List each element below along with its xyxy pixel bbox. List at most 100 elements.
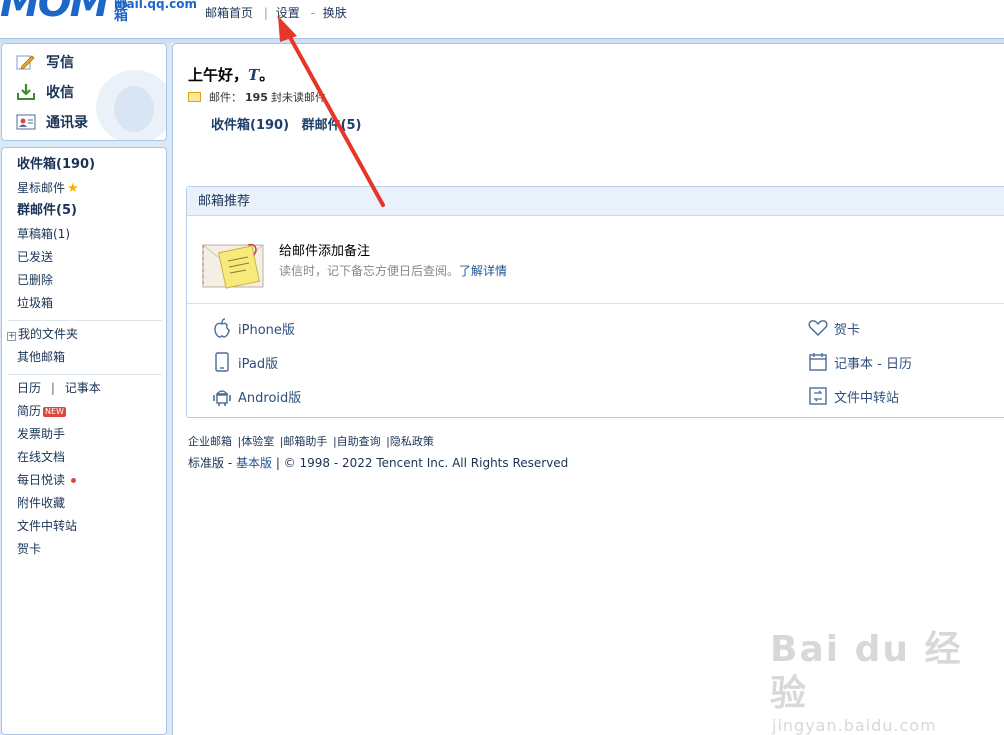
top-nav: 邮箱首页 | 设置 - 换肤 (205, 4, 350, 21)
qq-penguin-face (114, 86, 154, 132)
transfer-icon (808, 386, 828, 406)
app-label: Android版 (238, 390, 302, 406)
inbox-download-icon (16, 83, 36, 101)
settings-link[interactable]: 设置 (276, 6, 300, 20)
contact-card-icon (16, 113, 36, 131)
mail-home-link[interactable]: 邮箱首页 (205, 6, 253, 20)
app-android[interactable]: Android版 (212, 386, 301, 406)
footer-links: 企业邮箱 |体验室 |邮箱助手 |自助查询 |隐私政策 (188, 433, 436, 449)
footer-link-self-service[interactable]: |自助查询 (333, 435, 381, 448)
unread-summary: 邮件： 195 封未读邮件 (188, 89, 326, 105)
mail-note-illustration (202, 239, 266, 291)
logo-domain: mail.qq.com (114, 0, 197, 11)
unread-suffix: 封未读邮件 (270, 91, 326, 104)
footer-link-assistant[interactable]: |邮箱助手 (280, 435, 328, 448)
logo-mark: MOM (0, 0, 110, 26)
compose-label: 写信 (46, 55, 74, 71)
folder-invoice[interactable]: 发票助手 (17, 426, 65, 442)
folder-starred[interactable]: 星标邮件 ★ (17, 180, 79, 197)
app-cards[interactable]: 贺卡 (808, 318, 860, 338)
quick-actions: 写信 收信 通讯录 (1, 43, 167, 141)
receive-label: 收信 (46, 85, 74, 101)
recommend-title: 邮箱推荐 (187, 187, 1004, 216)
sidebar: 写信 收信 通讯录 收件箱(190) 星标邮件 ★ 群邮件(5) 草稿箱(1) 已… (0, 43, 172, 735)
resume-label: 简历 (17, 404, 42, 418)
copyright-text: | © 1998 - 2022 Tencent Inc. All Rights … (272, 456, 569, 470)
calendar-link[interactable]: 日历 (17, 381, 41, 395)
recommend-item-title[interactable]: 给邮件添加备注 (279, 240, 370, 259)
recommend-desc-text: 读信时，记下备忘方便日后查阅。 (279, 264, 460, 278)
folder-sent[interactable]: 已发送 (17, 249, 53, 265)
recommend-divider (187, 303, 1004, 304)
recommend-panel: 邮箱推荐 给邮件添加备注 读信时，记下备忘方便日后查阅。了解详情 iPhone版 (186, 186, 1004, 418)
top-bar: MOM QQ邮箱 mail.qq.com 邮箱首页 | 设置 - 换肤 (0, 0, 1004, 38)
nav-dash: - (310, 6, 315, 20)
folder-starred-label: 星标邮件 (17, 181, 66, 195)
tablet-icon (212, 352, 232, 372)
app-label: 贺卡 (834, 322, 861, 338)
apple-icon (212, 318, 232, 338)
folder-cards[interactable]: 贺卡 (17, 541, 41, 557)
app-file-transfer[interactable]: 文件中转站 (808, 386, 899, 406)
notebook-link[interactable]: 记事本 (65, 381, 101, 395)
quick-folder-links: 收件箱(190) 群邮件(5) (211, 114, 370, 133)
learn-more-link[interactable]: 了解详情 (459, 264, 507, 278)
greeting-text: 上午好， (188, 66, 249, 84)
unread-prefix: 邮件： (209, 91, 242, 104)
app-label: 记事本 - 日历 (834, 356, 912, 372)
username: T (248, 66, 260, 84)
inbox-link[interactable]: 收件箱(190) (211, 118, 289, 133)
group-mail-link[interactable]: 群邮件(5) (302, 118, 362, 133)
star-icon: ★ (67, 181, 79, 196)
android-icon (212, 386, 232, 406)
version-dash: - (224, 456, 236, 470)
skin-link[interactable]: 换肤 (323, 6, 347, 20)
folder-file-transfer[interactable]: 文件中转站 (17, 518, 77, 534)
app-iphone[interactable]: iPhone版 (212, 318, 295, 338)
folder-divider (8, 320, 162, 321)
footer-link-lab[interactable]: |体验室 (238, 435, 275, 448)
main-content: 上午好，T。 邮件： 195 封未读邮件 收件箱(190) 群邮件(5) 邮箱推… (172, 43, 1004, 735)
app-label: iPad版 (238, 356, 279, 372)
footer-link-enterprise[interactable]: 企业邮箱 (188, 435, 232, 448)
folder-my-folders[interactable]: + 我的文件夹 (7, 326, 78, 342)
calendar-notebook-row: 日历 | 记事本 (17, 380, 101, 396)
folder-deleted[interactable]: 已删除 (17, 272, 53, 288)
app-notebook-calendar[interactable]: 记事本 - 日历 (808, 352, 912, 372)
contacts-label: 通讯录 (46, 115, 88, 131)
footer-copyright: 标准版 - 基本版 | © 1998 - 2022 Tencent Inc. A… (188, 454, 568, 471)
greeting: 上午好，T。 (188, 64, 274, 85)
folder-divider (8, 374, 162, 375)
footer-link-privacy[interactable]: |隐私政策 (386, 435, 434, 448)
nav-separator: | (263, 6, 268, 20)
folder-other-mailbox[interactable]: 其他邮箱 (17, 349, 65, 365)
folder-inbox[interactable]: 收件箱(190) (17, 157, 95, 173)
calendar-separator: | (50, 381, 55, 395)
folder-docs[interactable]: 在线文档 (17, 449, 65, 465)
folder-attachments[interactable]: 附件收藏 (17, 495, 65, 511)
receive-button[interactable]: 收信 (16, 81, 74, 103)
envelope-icon (188, 92, 201, 102)
recommend-item-desc: 读信时，记下备忘方便日后查阅。了解详情 (279, 262, 507, 279)
unread-count: 195 (245, 90, 268, 104)
folder-drafts[interactable]: 草稿箱(1) (17, 226, 70, 242)
folder-group[interactable]: 群邮件(5) (17, 203, 77, 219)
qq-mail-logo[interactable]: MOM QQ邮箱 mail.qq.com (0, 0, 197, 26)
unread-dot (71, 478, 77, 483)
compose-button[interactable]: 写信 (16, 51, 74, 73)
app-label: 文件中转站 (834, 390, 900, 406)
app-ipad[interactable]: iPad版 (212, 352, 278, 372)
my-folders-label: 我的文件夹 (18, 327, 79, 341)
folder-spam[interactable]: 垃圾箱 (17, 295, 53, 311)
basic-version-link[interactable]: 基本版 (236, 456, 272, 470)
new-badge: NEW (43, 406, 66, 417)
greeting-end: 。 (259, 66, 275, 84)
standard-version-link[interactable]: 标准版 (188, 456, 224, 470)
contacts-button[interactable]: 通讯录 (16, 111, 88, 133)
folder-daily-reading[interactable]: 每日悦读 (17, 472, 77, 488)
calendar-icon (808, 352, 828, 372)
folder-resume[interactable]: 简历 NEW (17, 403, 66, 419)
daily-reading-label: 每日悦读 (17, 473, 66, 487)
expand-plus-icon[interactable]: + (7, 332, 16, 341)
folder-list: 收件箱(190) 星标邮件 ★ 群邮件(5) 草稿箱(1) 已发送 已删除 垃圾箱… (1, 147, 167, 735)
